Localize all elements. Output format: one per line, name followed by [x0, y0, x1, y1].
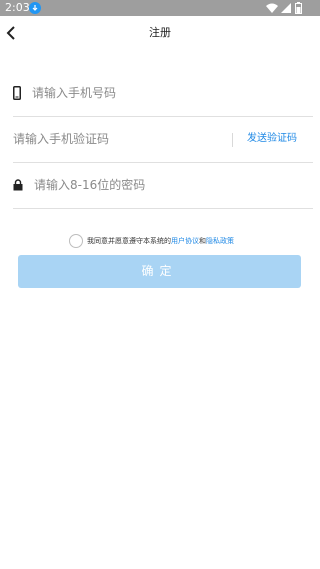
phone-field-row [13, 76, 313, 110]
phone-icon [13, 86, 21, 100]
wifi-icon [266, 3, 278, 13]
agreement-conjunction: 和 [199, 237, 206, 245]
code-field-row: 发送验证码 [13, 122, 313, 156]
divider [13, 162, 313, 163]
terms-link[interactable]: 用户协议 [171, 237, 199, 245]
password-input[interactable] [34, 168, 294, 202]
privacy-link[interactable]: 隐私政策 [206, 237, 234, 245]
agreement-row: 我同意并愿意遵守本系统的用户协议和隐私政策 [69, 234, 269, 248]
verification-code-input[interactable] [13, 122, 213, 156]
divider [13, 116, 313, 117]
confirm-button[interactable]: 确定 [18, 255, 301, 288]
status-time: 2:03 [5, 1, 30, 14]
password-field-row [13, 168, 313, 202]
agreement-text: 我同意并愿意遵守本系统的用户协议和隐私政策 [87, 235, 234, 247]
nav-bar: 注册 [0, 16, 320, 49]
phone-input[interactable] [32, 76, 292, 110]
divider [13, 208, 313, 209]
agree-checkbox[interactable] [69, 234, 83, 248]
page-title: 注册 [149, 26, 171, 39]
agreement-prefix: 我同意并愿意遵守本系统的 [87, 237, 171, 245]
signal-icon [281, 3, 291, 13]
download-icon [29, 2, 41, 14]
status-bar: 2:03 [0, 0, 320, 16]
code-separator [232, 133, 233, 147]
battery-icon [295, 2, 302, 14]
lock-icon [13, 179, 23, 191]
send-code-button[interactable]: 发送验证码 [247, 122, 297, 156]
